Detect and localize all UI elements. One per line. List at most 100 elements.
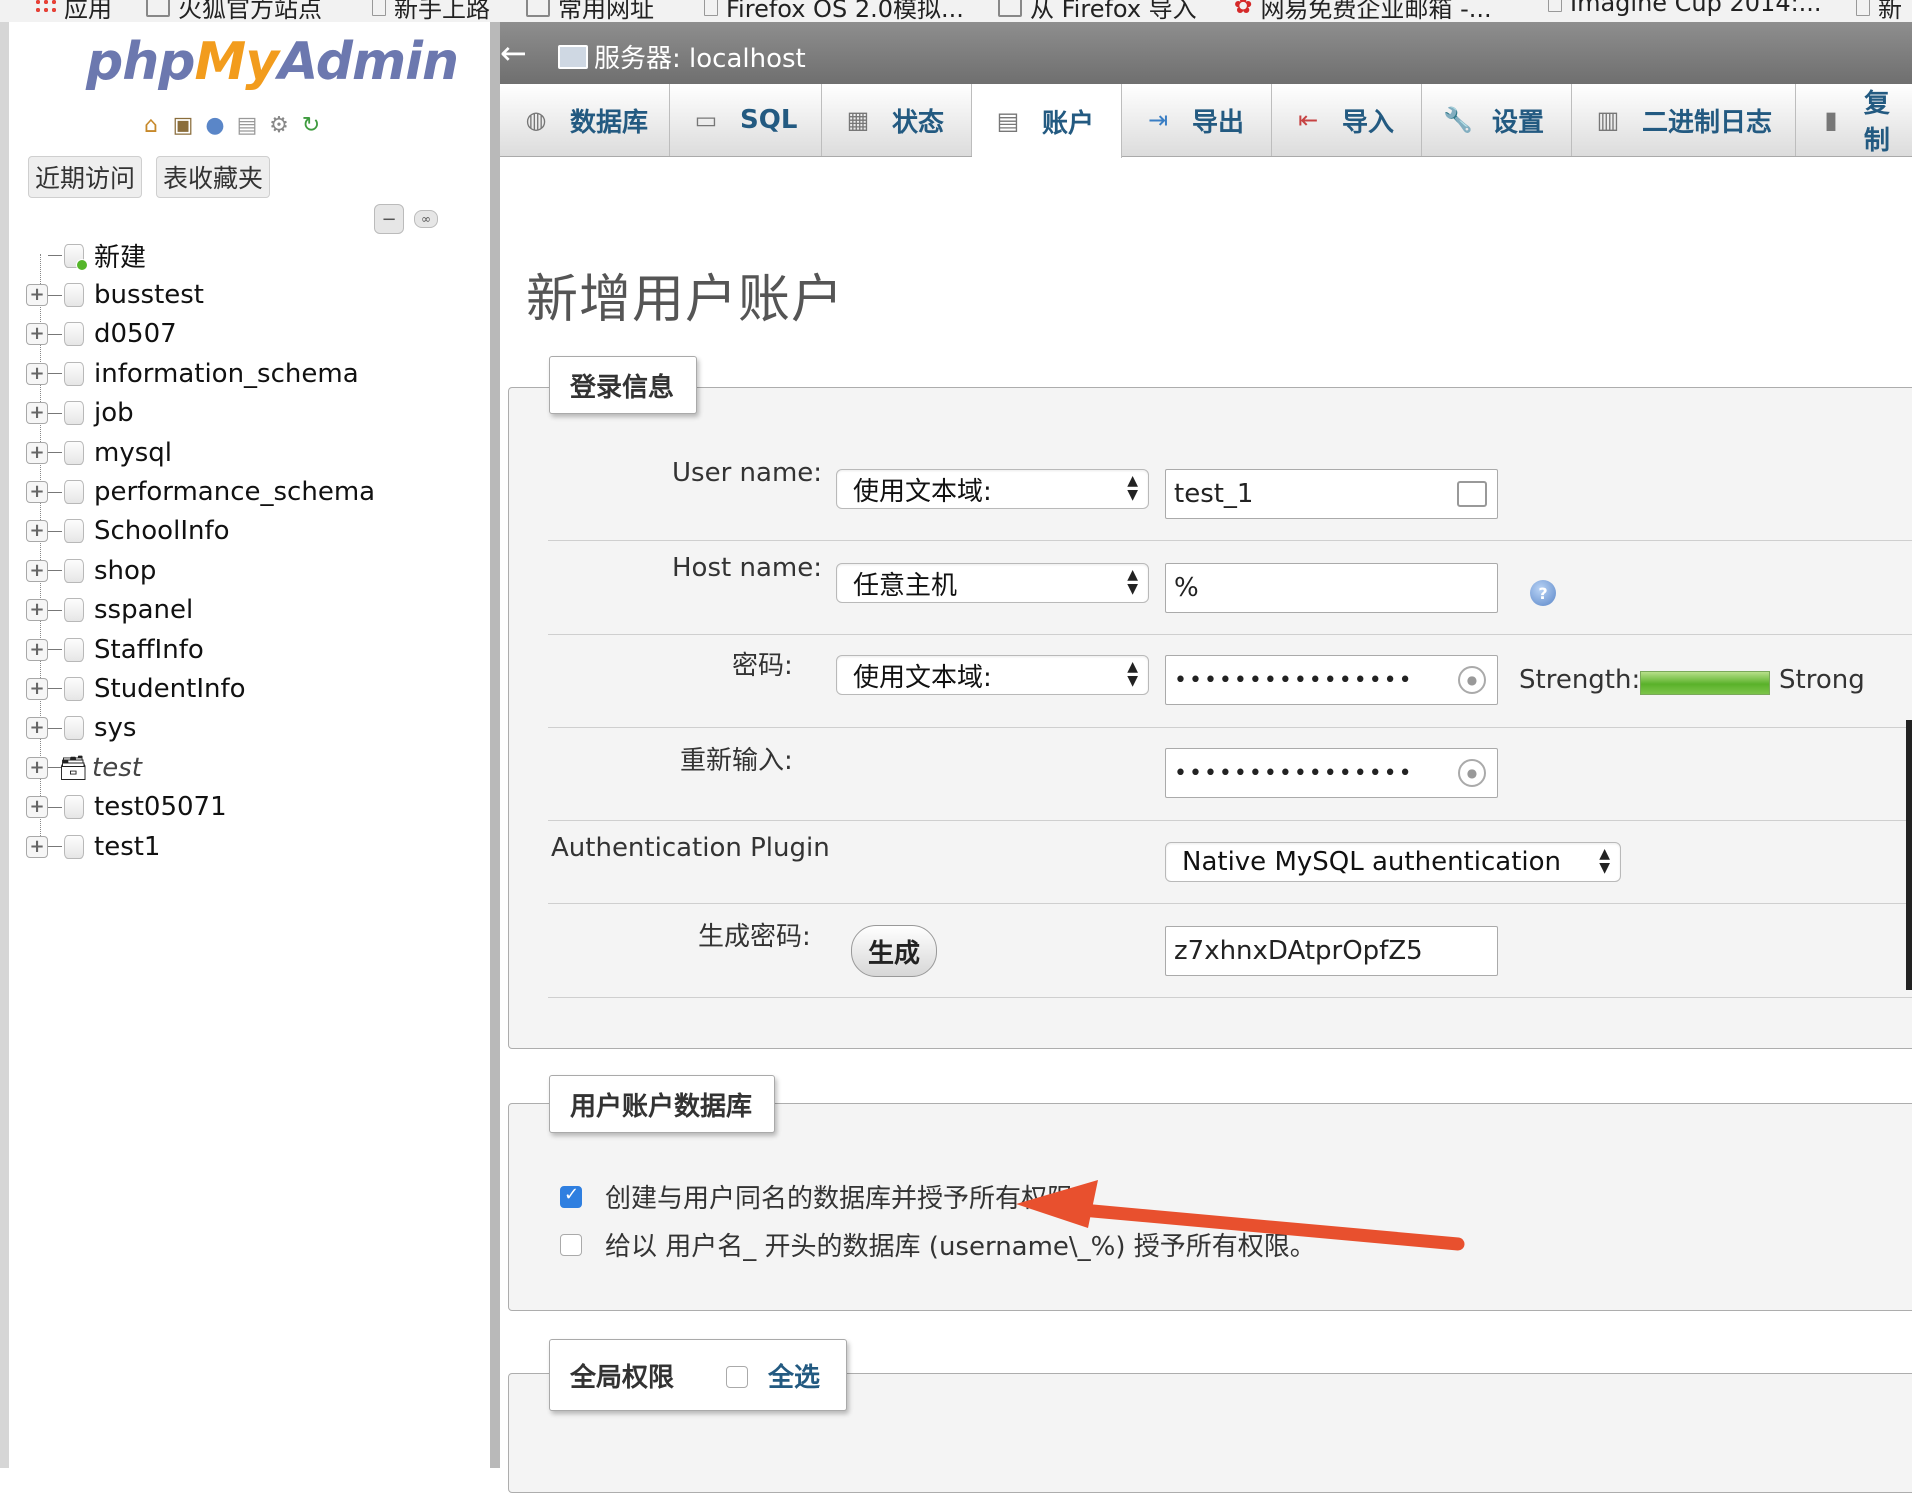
back-arrow-icon[interactable]: ← bbox=[500, 34, 527, 72]
grant-wildcard-db-checkbox[interactable] bbox=[560, 1234, 582, 1256]
phpmyadmin-logo[interactable]: phpMyAdmin bbox=[86, 32, 459, 92]
tree-item-mysql[interactable]: + mysql bbox=[26, 433, 486, 472]
tree-item-label[interactable]: busstest bbox=[94, 280, 204, 310]
bookmark-getting-started[interactable]: 新手上路 bbox=[372, 0, 490, 22]
tree-item-busstest[interactable]: + busstest bbox=[26, 275, 486, 314]
expand-icon[interactable]: + bbox=[26, 481, 48, 504]
create-same-name-db-label[interactable]: 创建与用户同名的数据库并授予所有权限。 bbox=[605, 1178, 1099, 1215]
tree-item-label[interactable]: shop bbox=[94, 556, 156, 586]
expand-icon[interactable]: + bbox=[26, 284, 48, 307]
breadcrumb-server[interactable]: 服务器: localhost bbox=[558, 38, 806, 75]
tab-export[interactable]: ⇥ 导出 bbox=[1122, 84, 1272, 156]
tree-item-sspanel[interactable]: + sspanel bbox=[26, 591, 486, 630]
expand-icon[interactable]: + bbox=[26, 362, 48, 385]
tree-item-label[interactable]: test bbox=[92, 753, 142, 783]
tree-item-label[interactable]: d0507 bbox=[94, 319, 177, 349]
tree-item-test05071[interactable]: + test05071 bbox=[26, 787, 486, 826]
expand-icon[interactable]: + bbox=[26, 441, 48, 464]
tree-item-new[interactable]: 新建 bbox=[26, 236, 486, 275]
generate-button[interactable]: 生成 bbox=[851, 925, 937, 977]
tree-item-test[interactable]: + 🗃 test bbox=[26, 748, 486, 787]
tree-item-performance-schema[interactable]: + performance_schema bbox=[26, 472, 486, 511]
tree-item-label[interactable]: StaffInfo bbox=[94, 635, 204, 665]
generated-password-input[interactable]: z7xhnxDAtprOpfZ5 bbox=[1165, 926, 1498, 976]
panel-splitter[interactable] bbox=[490, 22, 500, 1468]
select-arrows-icon: ▲ ▼ bbox=[1127, 659, 1138, 689]
tree-item-label[interactable]: performance_schema bbox=[94, 477, 375, 507]
expand-icon[interactable]: + bbox=[26, 835, 48, 858]
tab-binary-log[interactable]: ▥ 二进制日志 bbox=[1572, 84, 1796, 156]
host-name-input[interactable]: % bbox=[1165, 563, 1498, 613]
bookmark-overflow[interactable]: 新 bbox=[1856, 0, 1902, 22]
tree-item-test1[interactable]: + test1 bbox=[26, 827, 486, 866]
select-all-checkbox[interactable] bbox=[726, 1366, 749, 1388]
tab-settings[interactable]: 🔧 设置 bbox=[1422, 84, 1572, 156]
bookmark-firefox-os[interactable]: Firefox OS 2.0模拟... bbox=[704, 0, 964, 22]
tree-item-label[interactable]: test1 bbox=[94, 832, 160, 862]
select-all-label[interactable]: 全选 bbox=[768, 1357, 820, 1394]
tab-recent[interactable]: 近期访问 bbox=[28, 156, 143, 198]
expand-icon[interactable]: + bbox=[26, 323, 48, 346]
tab-status[interactable]: ▦ 状态 bbox=[822, 84, 972, 156]
expand-icon[interactable]: + bbox=[26, 796, 48, 819]
home-icon[interactable]: ⌂ bbox=[138, 112, 164, 138]
breadcrumb-label[interactable]: 服务器: localhost bbox=[594, 38, 806, 75]
tree-item-sys[interactable]: + sys bbox=[26, 709, 486, 748]
expand-icon[interactable]: + bbox=[26, 402, 48, 425]
tree-item-label[interactable]: 新建 bbox=[94, 237, 146, 274]
reload-icon[interactable]: ↻ bbox=[298, 112, 324, 138]
tree-item-job[interactable]: + job bbox=[26, 394, 486, 433]
tab-favorites[interactable]: 表收藏夹 bbox=[156, 156, 271, 198]
tree-item-information-schema[interactable]: + information_schema bbox=[26, 354, 486, 393]
password-input[interactable]: •••••••••••••••• ● bbox=[1165, 655, 1498, 705]
grant-wildcard-db-label[interactable]: 给以 用户名_ 开头的数据库 (username\_%) 授予所有权限。 bbox=[605, 1226, 1316, 1263]
tree-item-label[interactable]: mysql bbox=[94, 438, 172, 468]
docs-icon[interactable]: ▤ bbox=[234, 112, 260, 138]
expand-icon[interactable]: + bbox=[26, 559, 48, 582]
tab-accounts[interactable]: ▤ 账户 bbox=[972, 84, 1122, 158]
bookmark-common-sites[interactable]: 常用网址 bbox=[526, 0, 654, 22]
help-icon[interactable]: ? bbox=[1530, 580, 1556, 606]
gear-icon[interactable]: ⚙ bbox=[266, 112, 292, 138]
expand-icon[interactable]: + bbox=[26, 717, 48, 740]
tree-item-label[interactable]: StudentInfo bbox=[94, 674, 246, 704]
tree-item-label[interactable]: sys bbox=[94, 713, 136, 743]
password-mode-select[interactable]: 使用文本域: ▲ ▼ bbox=[836, 655, 1149, 695]
window-edge bbox=[0, 22, 9, 1468]
link-icon[interactable]: ∞ bbox=[414, 210, 438, 228]
bookmark-firefox-site[interactable]: 火狐官方站点 bbox=[146, 0, 322, 22]
create-same-name-db-checkbox[interactable] bbox=[560, 1184, 582, 1208]
bookmark-netease-mail[interactable]: ✿ 网易免费企业邮箱 -... bbox=[1234, 0, 1492, 22]
tree-item-shop[interactable]: + shop bbox=[26, 551, 486, 590]
expand-icon[interactable]: + bbox=[26, 520, 48, 543]
bookmark-firefox-import[interactable]: 从 Firefox 导入 bbox=[998, 0, 1197, 22]
collapse-all-icon[interactable]: − bbox=[374, 204, 404, 234]
user-name-input[interactable]: test_1 bbox=[1165, 469, 1498, 519]
tab-databases[interactable]: ◍ 数据库 bbox=[500, 84, 670, 156]
tree-item-d0507[interactable]: + d0507 bbox=[26, 315, 486, 354]
tree-item-label[interactable]: sspanel bbox=[94, 595, 193, 625]
user-name-mode-select[interactable]: 使用文本域: ▲ ▼ bbox=[836, 469, 1149, 509]
auth-plugin-select[interactable]: Native MySQL authentication ▲ ▼ bbox=[1165, 842, 1621, 882]
expand-icon[interactable]: + bbox=[26, 677, 48, 700]
tab-import[interactable]: ⇤ 导入 bbox=[1272, 84, 1422, 156]
bookmark-apps[interactable]: 应用 bbox=[34, 0, 112, 22]
expand-icon[interactable]: + bbox=[26, 599, 48, 622]
tree-item-label[interactable]: information_schema bbox=[94, 359, 359, 389]
contact-card-icon[interactable] bbox=[1457, 480, 1487, 508]
expand-icon[interactable]: + bbox=[26, 756, 48, 779]
tab-sql[interactable]: ▭ SQL bbox=[670, 84, 822, 156]
tree-item-staffinfo[interactable]: + StaffInfo bbox=[26, 630, 486, 669]
tree-item-label[interactable]: job bbox=[94, 398, 134, 428]
help-icon[interactable]: ● bbox=[202, 112, 228, 138]
logout-icon[interactable]: ▣ bbox=[170, 112, 196, 138]
tab-replication[interactable]: ▮ 复制 bbox=[1796, 84, 1912, 156]
tree-item-label[interactable]: test05071 bbox=[94, 792, 227, 822]
tree-item-label[interactable]: SchoolInfo bbox=[94, 516, 230, 546]
bookmark-imagine-cup[interactable]: Imagine Cup 2014:... bbox=[1548, 0, 1822, 17]
expand-icon[interactable]: + bbox=[26, 638, 48, 661]
tree-item-schoolinfo[interactable]: + SchoolInfo bbox=[26, 512, 486, 551]
tree-item-studentinfo[interactable]: + StudentInfo bbox=[26, 669, 486, 708]
retype-password-input[interactable]: •••••••••••••••• ● bbox=[1165, 748, 1498, 798]
host-name-mode-select[interactable]: 任意主机 ▲ ▼ bbox=[836, 563, 1149, 603]
